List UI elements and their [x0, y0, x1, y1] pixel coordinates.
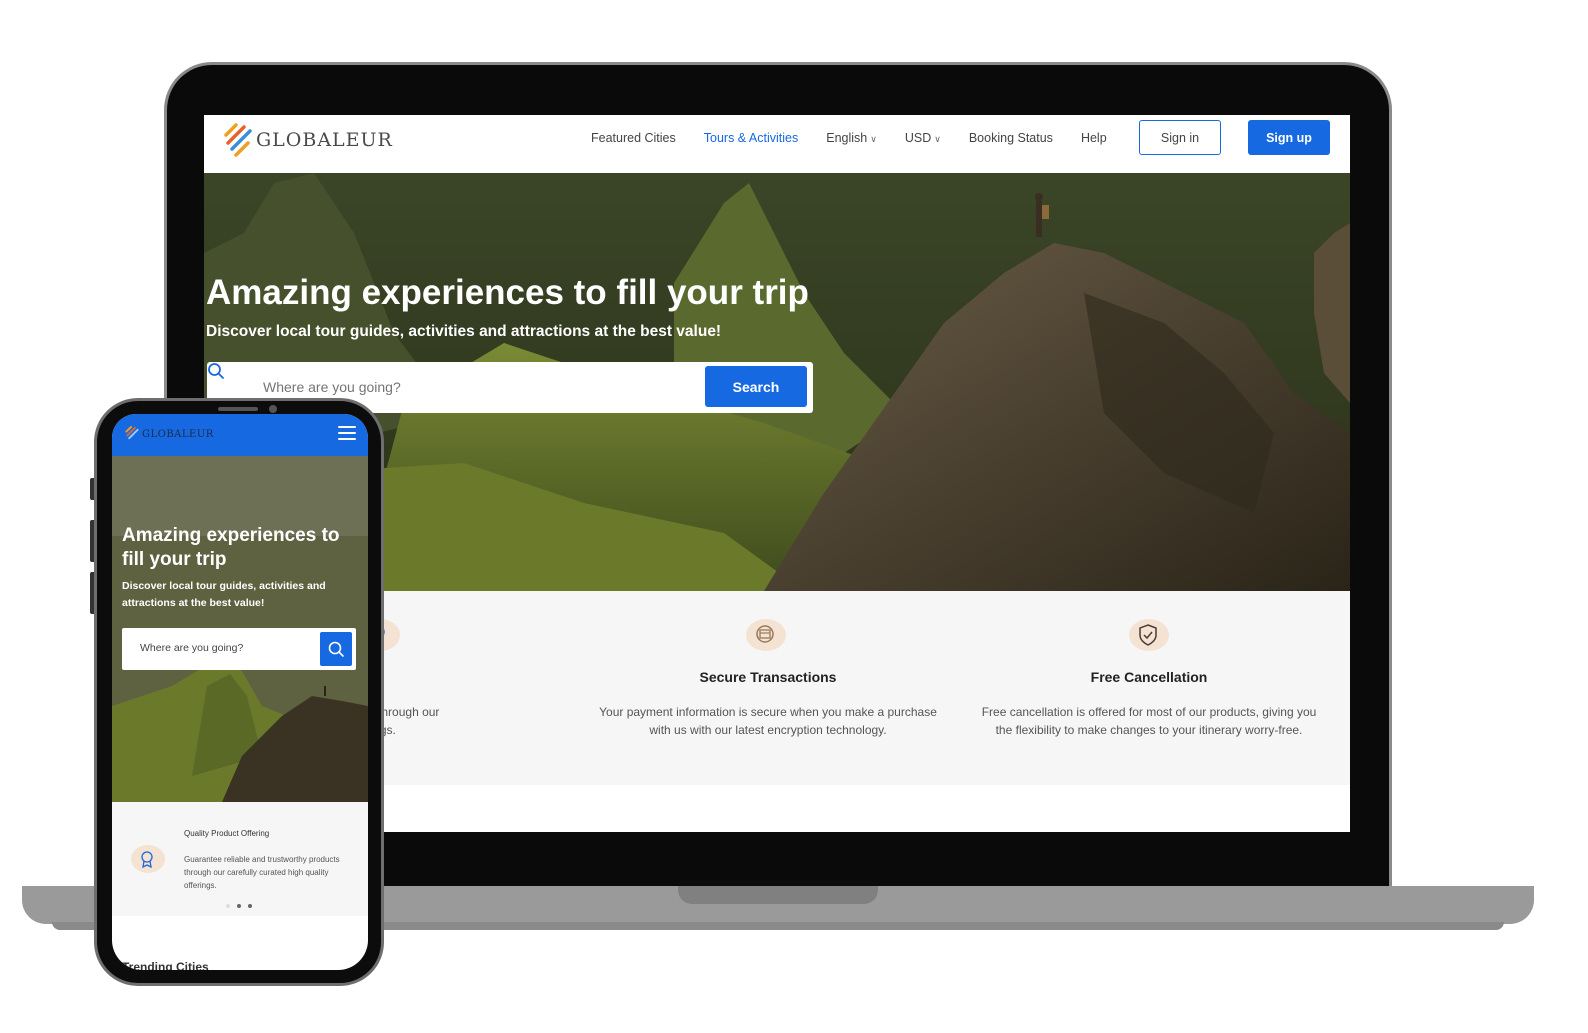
phone-camera [269, 405, 277, 413]
feature-description-line: with us with our latest encryption techn… [649, 723, 887, 737]
carousel-dot[interactable] [237, 904, 241, 908]
destination-search-input[interactable] [263, 379, 683, 395]
feature-description-line: the flexibility to make changes to your … [995, 723, 1303, 737]
carousel-dots [226, 904, 259, 908]
carousel-dot[interactable] [226, 904, 230, 908]
search-icon [328, 641, 344, 657]
nav-currency-dropdown[interactable]: USD ∨ [905, 131, 941, 145]
logo-text: GLOBALEUR [142, 428, 214, 440]
currency-label: USD [904, 131, 932, 145]
feature-description: Your payment information is secure when … [578, 703, 958, 739]
mobile-feature-title: Quality Product Offering [184, 829, 270, 838]
calendar-lock-icon [746, 619, 786, 651]
feature-description: Free cancellation is offered for most of… [959, 703, 1339, 739]
hero-title: Amazing experiences to fill your trip [206, 273, 809, 312]
award-ribbon-icon [131, 845, 165, 873]
carousel-dot[interactable] [248, 904, 252, 908]
mobile-feature-card: Quality Product Offering Guarantee relia… [112, 802, 368, 916]
mobile-screen: GLOBALEUR Amazing experiences to fill yo… [112, 414, 368, 970]
chevron-down-icon: ∨ [870, 134, 877, 144]
trending-cities-heading: Trending Cities [122, 960, 209, 970]
nav-help[interactable]: Help [1081, 131, 1107, 145]
nav-featured-cities[interactable]: Featured Cities [591, 131, 676, 145]
mobile-navbar: GLOBALEUR [112, 414, 368, 456]
nav-tours-activities[interactable]: Tours & Activities [704, 131, 798, 145]
logo-text: GLOBALEUR [256, 129, 393, 151]
mobile-hero-banner: Amazing experiences to fill your trip Di… [112, 456, 368, 802]
feature-title: Secure Transactions [699, 669, 837, 685]
logo-mark-icon [224, 123, 252, 157]
logo-mark-icon [125, 425, 139, 440]
feature-title: Free Cancellation [1090, 669, 1208, 685]
mobile-search-bar: Where are you going? [122, 628, 356, 670]
nav-language-dropdown[interactable]: English ∨ [826, 131, 877, 145]
mobile-feature-description: Guarantee reliable and trustworthy produ… [184, 855, 340, 890]
sign-in-button[interactable]: Sign in [1139, 120, 1221, 155]
mobile-search-input[interactable]: Where are you going? [140, 642, 243, 654]
hero-subtitle: Discover local tour guides, activities a… [206, 323, 722, 340]
top-navbar: GLOBALEUR Featured Cities Tours & Activi… [204, 115, 1350, 173]
feature-description-line: Free cancellation is offered for most of… [981, 705, 1317, 719]
language-label: English [826, 131, 868, 145]
chevron-down-icon: ∨ [934, 134, 941, 144]
shield-check-icon [1129, 619, 1169, 651]
feature-description-line: Your payment information is secure when … [599, 705, 937, 719]
sign-up-button[interactable]: Sign up [1248, 120, 1330, 155]
device-mockup: GLOBALEUR Featured Cities Tours & Activi… [0, 0, 1588, 1033]
search-icon [208, 363, 224, 379]
mobile-brand-logo[interactable]: GLOBALEUR [124, 425, 214, 443]
nav-links: Featured Cities Tours & Activities Engli… [591, 131, 1135, 145]
hamburger-menu-icon[interactable] [338, 426, 356, 440]
mobile-hero-title: Amazing experiences to fill your trip [122, 525, 340, 570]
phone-speaker [218, 407, 258, 411]
brand-logo[interactable]: GLOBALEUR [222, 121, 393, 159]
nav-booking-status[interactable]: Booking Status [969, 131, 1053, 145]
mobile-hero-subtitle: Discover local tour guides, activities a… [122, 580, 326, 609]
search-button[interactable]: Search [705, 366, 807, 407]
laptop-notch [678, 886, 878, 904]
mobile-search-button[interactable] [320, 632, 352, 666]
